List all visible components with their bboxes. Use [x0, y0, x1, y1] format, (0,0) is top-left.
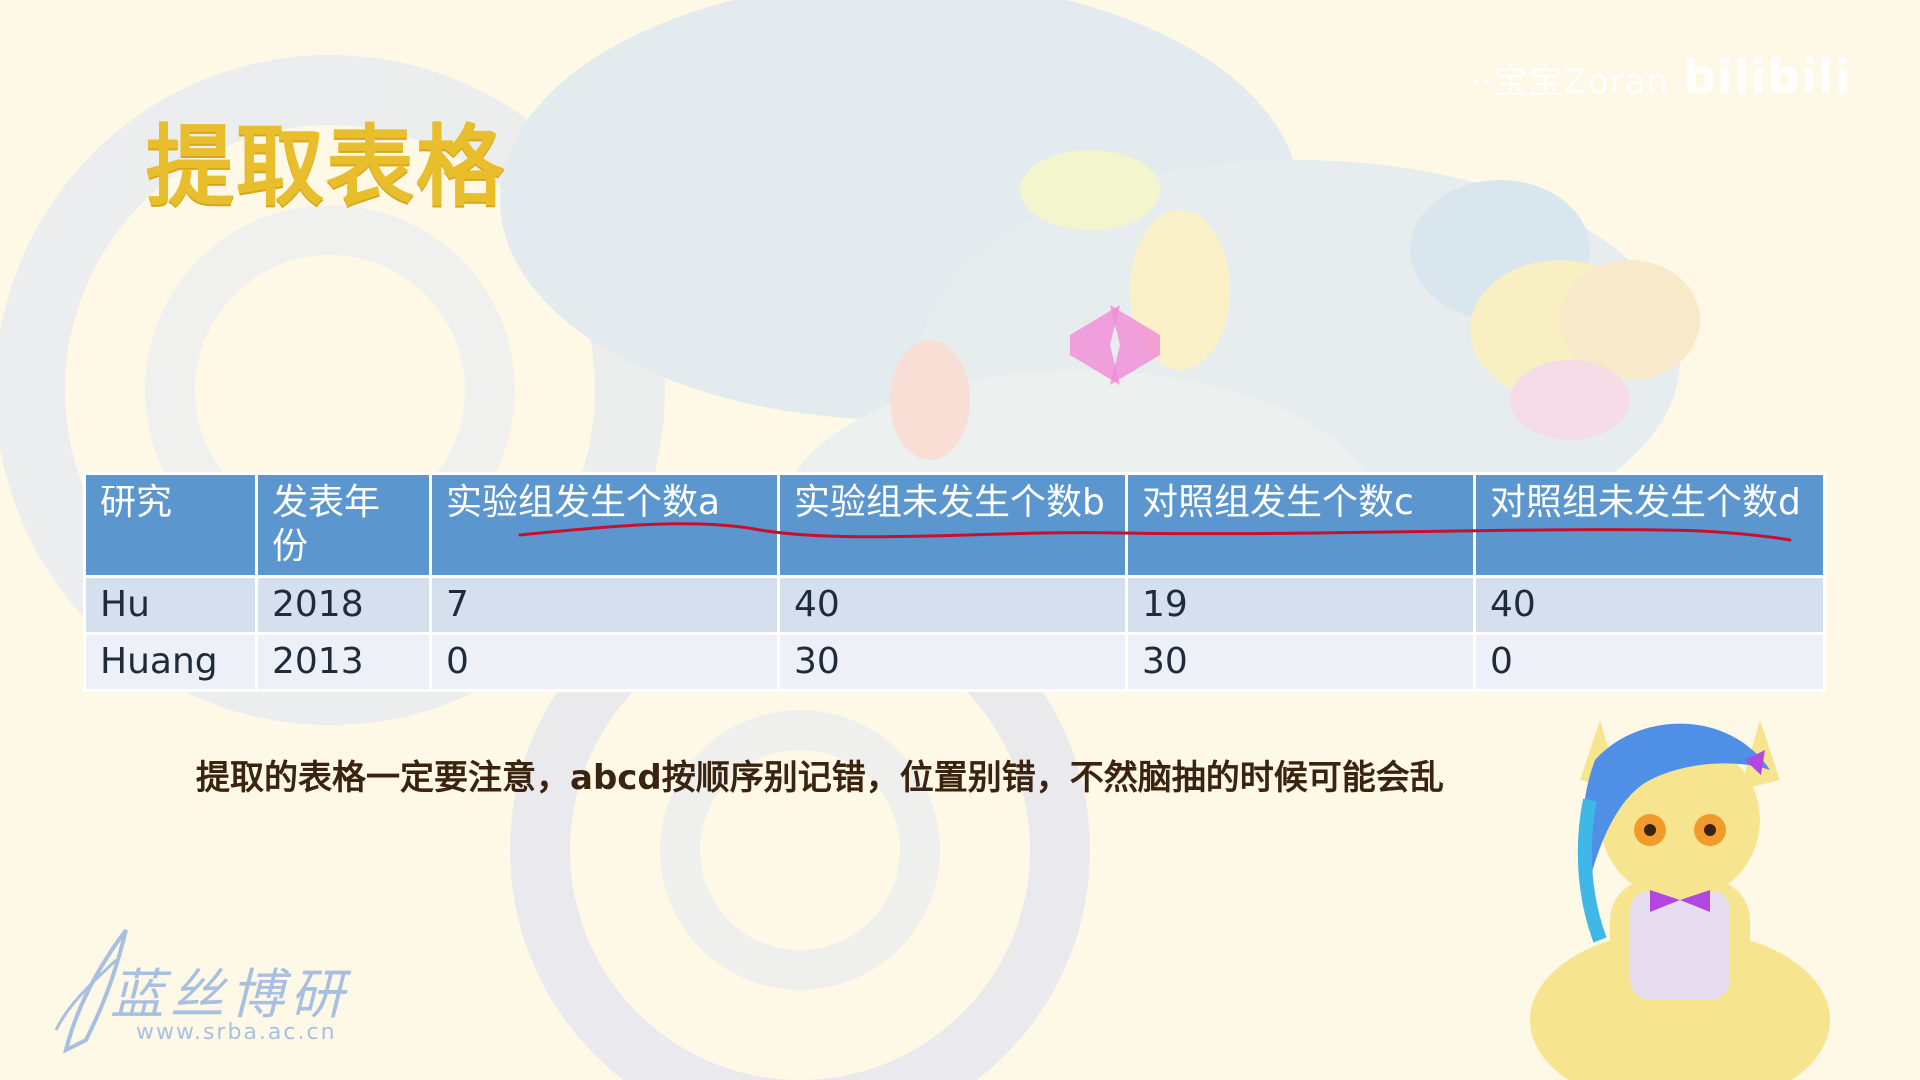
instruction-note: 提取的表格一定要注意，abcd按顺序别记错，位置别错，不然脑抽的时候可能会乱	[196, 758, 1444, 798]
cell-b: 30	[777, 632, 1128, 692]
cell-year: 2013	[255, 632, 432, 692]
header-exp-events-a: 实验组发生个数a	[429, 472, 780, 578]
header-ctrl-events-c: 对照组发生个数c	[1125, 472, 1476, 578]
cell-c: 19	[1125, 575, 1476, 635]
cell-study: Hu	[83, 575, 258, 635]
table-row: Huang 2013 0 30 30 0	[83, 632, 1826, 692]
video-watermark: ··宝宝Zoran bilibili	[1470, 50, 1900, 110]
cell-study: Huang	[83, 632, 258, 692]
cell-year: 2018	[255, 575, 432, 635]
cell-d: 0	[1473, 632, 1826, 692]
header-study: 研究	[83, 472, 258, 578]
table-header-row: 研究 发表年份 实验组发生个数a 实验组未发生个数b 对照组发生个数c 对照组未…	[83, 472, 1826, 578]
cell-c: 30	[1125, 632, 1476, 692]
cell-a: 0	[429, 632, 780, 692]
cell-d: 40	[1473, 575, 1826, 635]
header-year: 发表年份	[255, 472, 432, 578]
pony-avatar-icon	[1530, 720, 1830, 1080]
header-ctrl-non-events-d: 对照组未发生个数d	[1473, 472, 1826, 578]
data-table: 研究 发表年份 实验组发生个数a 实验组未发生个数b 对照组发生个数c 对照组未…	[83, 472, 1826, 692]
logo-url: www.srba.ac.cn	[136, 1020, 337, 1045]
slide-title: 提取表格	[146, 115, 507, 218]
header-exp-non-events-b: 实验组未发生个数b	[777, 472, 1128, 578]
table-row: Hu 2018 7 40 19 40	[83, 575, 1826, 635]
cell-b: 40	[777, 575, 1128, 635]
logo-text: 蓝丝博研	[110, 963, 350, 1026]
watermark-brand: bilibili	[1683, 50, 1852, 104]
cell-a: 7	[429, 575, 780, 635]
watermark-username: ··宝宝Zoran	[1470, 62, 1670, 102]
